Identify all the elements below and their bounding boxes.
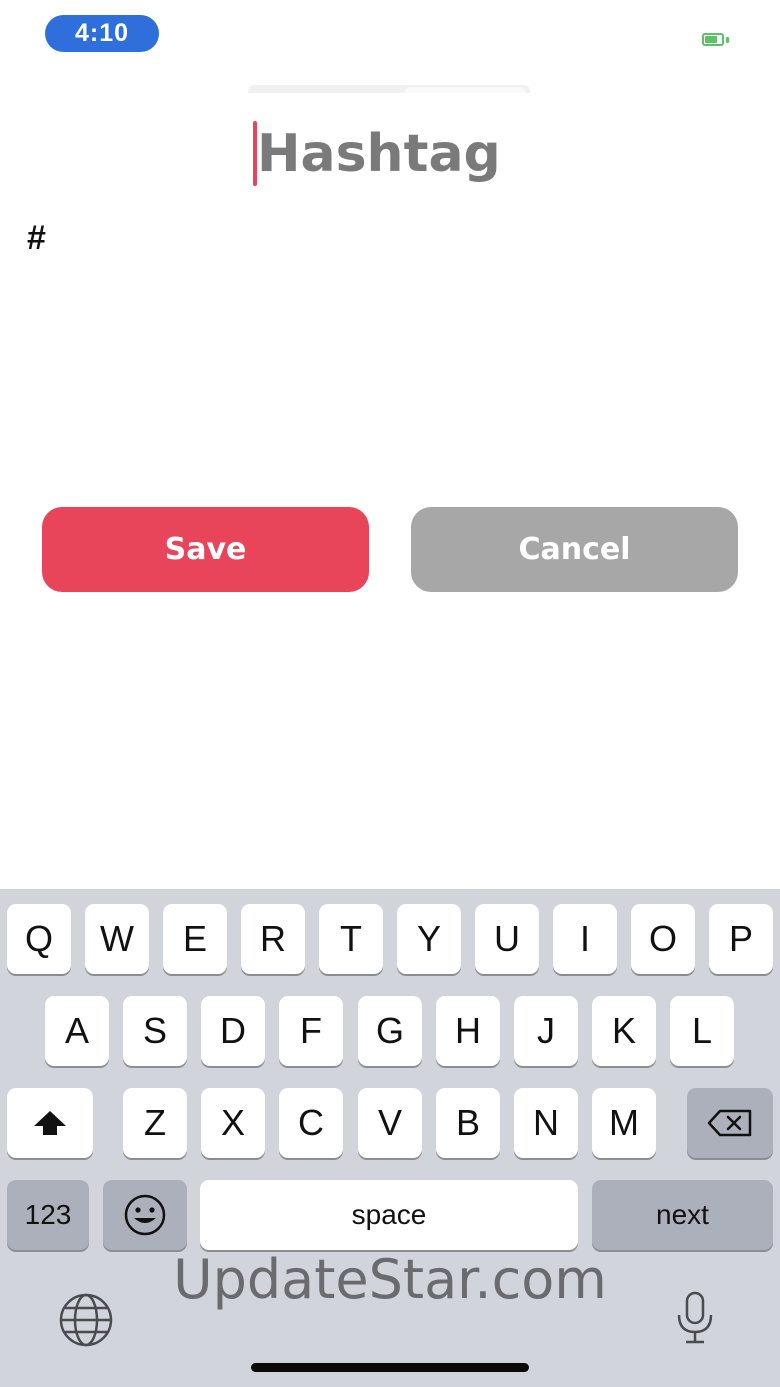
next-key[interactable]: next — [592, 1180, 773, 1250]
status-time: 4:10 — [45, 15, 159, 52]
key-l[interactable]: L — [670, 996, 734, 1066]
key-f[interactable]: F — [279, 996, 343, 1066]
space-key[interactable]: space — [200, 1180, 578, 1250]
emoji-key[interactable] — [103, 1180, 187, 1250]
hash-symbol: # — [27, 219, 46, 257]
key-o[interactable]: O — [631, 904, 695, 974]
key-t[interactable]: T — [319, 904, 383, 974]
battery-cap — [726, 37, 729, 43]
key-d[interactable]: D — [201, 996, 265, 1066]
battery-icon — [702, 33, 724, 46]
key-w[interactable]: W — [85, 904, 149, 974]
key-u[interactable]: U — [475, 904, 539, 974]
key-q[interactable]: Q — [7, 904, 71, 974]
hashtag-input[interactable] — [250, 118, 547, 190]
key-e[interactable]: E — [163, 904, 227, 974]
key-s[interactable]: S — [123, 996, 187, 1066]
shift-icon — [34, 1111, 66, 1135]
key-r[interactable]: R — [241, 904, 305, 974]
key-y[interactable]: Y — [397, 904, 461, 974]
shift-key[interactable] — [7, 1088, 93, 1158]
key-h[interactable]: H — [436, 996, 500, 1066]
key-g[interactable]: G — [358, 996, 422, 1066]
key-x[interactable]: X — [201, 1088, 265, 1158]
key-k[interactable]: K — [592, 996, 656, 1066]
key-c[interactable]: C — [279, 1088, 343, 1158]
emoji-icon — [124, 1194, 166, 1236]
text-cursor — [253, 121, 257, 186]
key-a[interactable]: A — [45, 996, 109, 1066]
key-p[interactable]: P — [709, 904, 773, 974]
key-v[interactable]: V — [358, 1088, 422, 1158]
key-n[interactable]: N — [514, 1088, 578, 1158]
watermark: UpdateStar.com — [173, 1248, 607, 1311]
key-m[interactable]: M — [592, 1088, 656, 1158]
backspace-key[interactable] — [687, 1088, 773, 1158]
key-z[interactable]: Z — [123, 1088, 187, 1158]
key-i[interactable]: I — [553, 904, 617, 974]
key-b[interactable]: B — [436, 1088, 500, 1158]
cancel-button[interactable]: Cancel — [411, 507, 738, 592]
backspace-icon — [707, 1109, 752, 1137]
save-button[interactable]: Save — [42, 507, 369, 592]
home-indicator — [251, 1363, 529, 1372]
numbers-key[interactable]: 123 — [7, 1180, 89, 1250]
sheet-grabber-highlight — [405, 87, 525, 93]
key-j[interactable]: J — [514, 996, 578, 1066]
